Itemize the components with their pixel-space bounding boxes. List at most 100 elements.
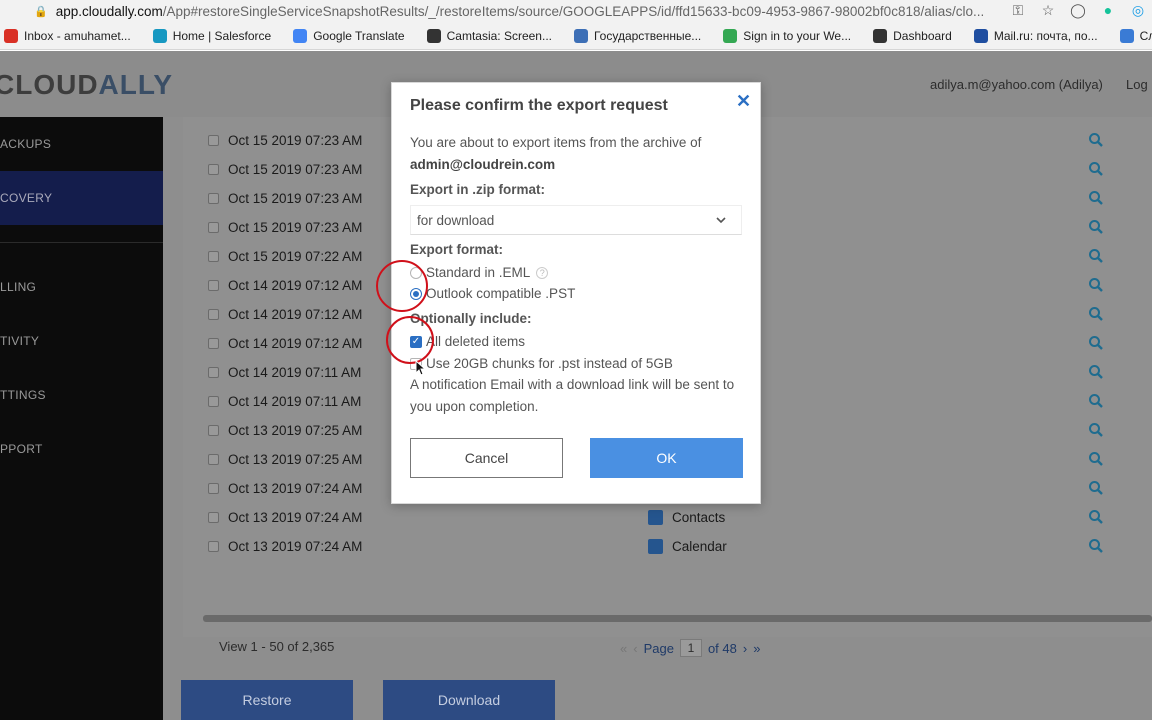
sidebar-item-billing[interactable]: LLING <box>0 260 163 314</box>
chunks-label: Use 20GB chunks for .pst instead of 5GB <box>426 356 673 371</box>
row-service-label: Contacts <box>672 510 726 525</box>
search-icon[interactable] <box>1088 190 1104 206</box>
row-checkbox[interactable] <box>208 135 219 146</box>
search-icon[interactable] <box>1088 306 1104 322</box>
row-checkbox[interactable] <box>208 454 219 465</box>
chunks-option[interactable]: Use 20GB chunks for .pst instead of 5GB <box>410 356 673 371</box>
row-checkbox[interactable] <box>208 193 219 204</box>
bookmark-item[interactable]: Camtasia: Screen... <box>426 28 552 43</box>
pagination: View 1 - 50 of 2,365 « ‹ Page 1 of 48 › … <box>183 631 1152 665</box>
dashboard-icon <box>873 28 888 43</box>
row-checkbox[interactable] <box>208 164 219 175</box>
url-host: app.cloudally.com <box>55 3 163 19</box>
format-eml-option[interactable]: Standard in .EML ? <box>410 265 549 280</box>
url-text[interactable]: app.cloudally.com/App#restoreSingleServi… <box>56 4 1006 19</box>
bookmark-label: Mail.ru: почта, по... <box>993 28 1098 43</box>
salesforce-icon <box>152 28 167 43</box>
prev-page-icon[interactable]: ‹ <box>633 641 637 656</box>
key-icon[interactable]: ⚿ <box>1010 2 1026 19</box>
globe-icon <box>723 28 738 43</box>
search-icon[interactable] <box>1088 509 1104 525</box>
cancel-button[interactable]: Cancel <box>410 438 563 478</box>
row-checkbox[interactable] <box>208 541 219 552</box>
bookmark-item[interactable]: Google Translate <box>293 28 405 43</box>
row-service-label: Calendar <box>672 539 727 554</box>
camtasia-icon <box>426 28 441 43</box>
cloudally-logo[interactable]: CLOUDALLY <box>0 69 173 101</box>
help-icon[interactable]: ? <box>536 266 549 279</box>
star-icon[interactable]: ☆ <box>1040 2 1056 19</box>
close-icon[interactable]: ✕ <box>736 91 751 112</box>
bookmark-item[interactable]: Dashboard <box>873 28 952 43</box>
row-checkbox[interactable] <box>208 396 219 407</box>
last-page-icon[interactable]: » <box>753 641 760 656</box>
format-pst-option[interactable]: Outlook compatible .PST <box>410 286 575 301</box>
sidebar-item-backups[interactable]: ACKUPS <box>0 117 163 171</box>
results-count: View 1 - 50 of 2,365 <box>219 639 335 654</box>
bookmark-item[interactable]: Sign in to your We... <box>723 28 851 43</box>
sidebar-item-support[interactable]: PPORT <box>0 422 163 476</box>
next-page-icon[interactable]: › <box>743 641 747 656</box>
row-checkbox[interactable] <box>208 512 219 523</box>
restore-button[interactable]: Restore <box>181 680 353 720</box>
page-label: Page <box>643 640 674 656</box>
zip-format-select[interactable]: for download <box>410 205 742 235</box>
sidebar-item-activity[interactable]: TIVITY <box>0 314 163 368</box>
extension-icon[interactable]: ◯ <box>1070 2 1086 19</box>
bookmark-item[interactable]: Home | Salesforce <box>152 28 271 43</box>
table-row[interactable]: Oct 13 2019 07:24 AM Contacts <box>183 503 1152 532</box>
row-date: Oct 13 2019 07:24 AM <box>228 481 363 496</box>
search-icon[interactable] <box>1088 161 1104 177</box>
search-icon[interactable] <box>1088 335 1104 351</box>
row-checkbox[interactable] <box>208 222 219 233</box>
row-date: Oct 15 2019 07:23 AM <box>228 133 363 148</box>
search-icon[interactable] <box>1088 219 1104 235</box>
search-icon[interactable] <box>1088 393 1104 409</box>
search-icon[interactable] <box>1088 132 1104 148</box>
page-number-input[interactable]: 1 <box>679 639 702 657</box>
sidebar-item-recovery[interactable]: COVERY <box>0 171 163 225</box>
ok-button[interactable]: OK <box>590 438 743 478</box>
gmail-icon <box>4 28 18 43</box>
search-icon[interactable] <box>1088 451 1104 467</box>
search-icon[interactable] <box>1088 277 1104 293</box>
bookmark-label: Google Translate <box>313 28 405 43</box>
row-checkbox[interactable] <box>208 338 219 349</box>
first-page-icon[interactable]: « <box>620 641 627 656</box>
row-checkbox[interactable] <box>208 309 219 320</box>
horizontal-scrollbar[interactable] <box>203 615 1152 622</box>
user-account[interactable]: adilya.m@yahoo.com (Adilya) <box>930 77 1103 92</box>
bookmark-item[interactable]: Inbox - amuhamet... <box>4 28 131 43</box>
table-row[interactable]: Oct 13 2019 07:24 AM Calendar <box>183 532 1152 561</box>
eml-label: Standard in .EML <box>426 265 531 280</box>
chevron-down-icon <box>716 217 726 224</box>
search-icon[interactable] <box>1088 248 1104 264</box>
address-bar[interactable]: 🔒 app.cloudally.com/App#restoreSingleSer… <box>0 0 1152 22</box>
logo-text-cloud: CLOUD <box>0 69 99 100</box>
bookmark-item[interactable]: Государственные... <box>573 28 701 43</box>
row-checkbox[interactable] <box>208 251 219 262</box>
row-date: Oct 14 2019 07:12 AM <box>228 336 363 351</box>
grammarly-icon[interactable]: ● <box>1100 2 1116 19</box>
search-icon[interactable] <box>1088 422 1104 438</box>
row-checkbox[interactable] <box>208 367 219 378</box>
sidebar-item-label: LLING <box>0 280 37 294</box>
sidebar-item-label: TIVITY <box>0 334 40 348</box>
row-date: Oct 13 2019 07:24 AM <box>228 539 363 554</box>
dictionary-icon <box>1119 28 1134 43</box>
sync-icon[interactable]: ◎ <box>1130 2 1146 19</box>
row-checkbox[interactable] <box>208 425 219 436</box>
row-date: Oct 13 2019 07:24 AM <box>228 510 363 525</box>
logout-link[interactable]: Log <box>1126 77 1148 92</box>
bookmark-item[interactable]: Словарь Мультит <box>1119 28 1152 43</box>
sidebar-item-settings[interactable]: TTINGS <box>0 368 163 422</box>
search-icon[interactable] <box>1088 364 1104 380</box>
search-icon[interactable] <box>1088 480 1104 496</box>
row-checkbox[interactable] <box>208 280 219 291</box>
download-button[interactable]: Download <box>383 680 555 720</box>
row-checkbox[interactable] <box>208 483 219 494</box>
sidebar-item-label: PPORT <box>0 442 43 456</box>
bookmark-item[interactable]: Mail.ru: почта, по... <box>973 28 1098 43</box>
search-icon[interactable] <box>1088 538 1104 554</box>
zip-format-value: for download <box>417 212 495 228</box>
